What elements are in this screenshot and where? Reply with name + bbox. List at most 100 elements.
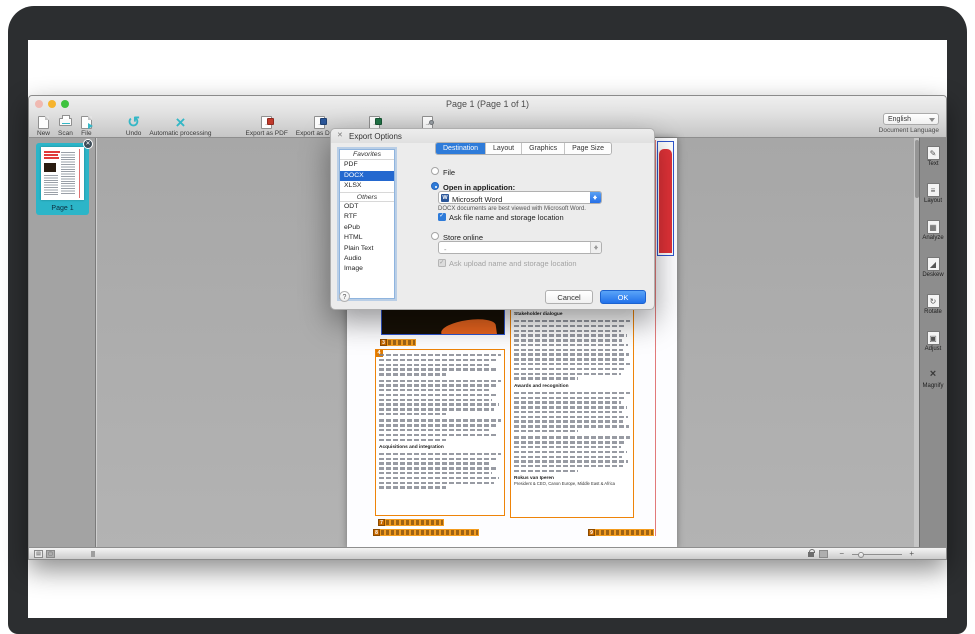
text-icon: ✎ bbox=[927, 146, 940, 160]
file-open-icon bbox=[81, 114, 92, 130]
doc-heading: Acquisitions and integration bbox=[379, 445, 501, 451]
format-item-audio[interactable]: Audio bbox=[340, 254, 394, 264]
thumbnail-preview bbox=[41, 147, 84, 200]
format-list: Favorites PDF DOCX XLSX Others ODT RTF e… bbox=[339, 149, 395, 299]
application-dropdown[interactable]: W Microsoft Word bbox=[438, 191, 602, 204]
doc-heading: Awards and recognition bbox=[514, 384, 630, 390]
doc-heading: Stakeholder dialogue bbox=[514, 312, 630, 318]
zoom-slider[interactable] bbox=[852, 554, 902, 555]
tool-rotate[interactable]: ↻ Rotate bbox=[920, 286, 946, 323]
format-item-rtf[interactable]: RTF bbox=[340, 212, 394, 222]
status-bar: ▤ ▢ − + bbox=[29, 547, 946, 559]
ask-file-label: Ask file name and storage location bbox=[449, 213, 564, 222]
favorites-header: Favorites bbox=[340, 150, 394, 160]
text-zone-right[interactable]: Stakeholder dialogue Awards and recognit… bbox=[510, 306, 634, 518]
tool-adjust[interactable]: ▣ Adjust bbox=[920, 323, 946, 360]
tools-panel: ✎ Text ≡ Layout ▦ Analyze ◢ Deskew bbox=[919, 138, 946, 549]
document-language-select[interactable]: English bbox=[883, 113, 939, 125]
help-button[interactable]: ? bbox=[339, 291, 350, 302]
document-language-label: Document Language bbox=[879, 127, 939, 134]
zone-tag-7[interactable]: 7 bbox=[378, 519, 444, 526]
zoom-in-button[interactable]: + bbox=[909, 548, 914, 560]
dialog-tabs: Destination Layout Graphics Page Size bbox=[435, 142, 612, 155]
word-app-icon: W bbox=[441, 194, 449, 202]
tool-analyze[interactable]: ▦ Analyze bbox=[920, 212, 946, 249]
format-item-pdf[interactable]: PDF bbox=[340, 160, 394, 170]
zone-tag-9[interactable]: 9 bbox=[588, 529, 654, 536]
tool-layout[interactable]: ≡ Layout bbox=[920, 175, 946, 212]
store-online-radio[interactable] bbox=[431, 232, 439, 240]
tool-text[interactable]: ✎ Text bbox=[920, 138, 946, 175]
dialog-close-icon[interactable]: ✕ bbox=[337, 132, 343, 140]
export-pdf-icon: → bbox=[261, 114, 272, 130]
paragraph bbox=[379, 380, 501, 416]
magnify-icon: × bbox=[927, 368, 940, 382]
paragraph bbox=[514, 392, 630, 433]
zoom-slider-thumb[interactable] bbox=[858, 552, 864, 558]
format-item-xlsx[interactable]: XLSX bbox=[340, 181, 394, 191]
export-pdf-button[interactable]: → Export as PDF bbox=[242, 112, 292, 138]
signature-title: President & CEO, Canon Europe, Middle Ea… bbox=[514, 481, 630, 486]
file-radio[interactable] bbox=[431, 167, 439, 175]
file-button[interactable]: File bbox=[77, 112, 96, 138]
tab-graphics[interactable]: Graphics bbox=[522, 143, 565, 154]
screen: Page 1 (Page 1 of 1) New bbox=[28, 40, 947, 618]
export-docx-icon: → bbox=[314, 114, 325, 130]
automatic-processing-button[interactable]: × Automatic processing bbox=[145, 112, 215, 138]
paragraph bbox=[514, 436, 630, 472]
ask-file-checkbox[interactable]: ✓ bbox=[438, 213, 446, 221]
tool-deskew[interactable]: ◢ Deskew bbox=[920, 249, 946, 286]
automatic-processing-icon: × bbox=[175, 114, 185, 130]
file-radio-label: File bbox=[443, 168, 455, 177]
analyze-icon: ▦ bbox=[927, 220, 940, 234]
text-zone-left[interactable]: 4 Acquisitions and integration bbox=[375, 349, 505, 516]
format-item-html[interactable]: HTML bbox=[340, 233, 394, 243]
adjust-icon: ▣ bbox=[927, 331, 940, 345]
format-item-odt[interactable]: ODT bbox=[340, 202, 394, 212]
store-online-dropdown[interactable]: - bbox=[438, 241, 602, 254]
thumbnail-label: Page 1 bbox=[36, 205, 89, 212]
image-zone-right[interactable] bbox=[657, 141, 674, 256]
tool-magnify[interactable]: × Magnify bbox=[920, 360, 946, 397]
ask-upload-checkbox: ✓ bbox=[438, 259, 446, 267]
rotate-icon: ↻ bbox=[927, 294, 940, 308]
format-item-plain-text[interactable]: Plain Text bbox=[340, 244, 394, 254]
dropdown-stepper-icon bbox=[590, 192, 601, 203]
tab-layout[interactable]: Layout bbox=[486, 143, 522, 154]
window-title: Page 1 (Page 1 of 1) bbox=[29, 99, 946, 109]
dialog-title: Export Options bbox=[349, 132, 402, 141]
view-mode-page-button[interactable]: ▢ bbox=[46, 550, 55, 558]
ok-button[interactable]: OK bbox=[600, 290, 646, 304]
others-header: Others bbox=[340, 192, 394, 202]
zone-tag-8[interactable]: 8 bbox=[373, 529, 479, 536]
thumbnail-panel: ✕ Page 1 bbox=[29, 138, 96, 549]
thumbnail-close-icon[interactable]: ✕ bbox=[83, 139, 93, 149]
dropdown-stepper-icon bbox=[590, 242, 601, 253]
deskew-icon: ◢ bbox=[927, 257, 940, 271]
undo-button[interactable]: ↺ Undo bbox=[122, 112, 146, 138]
page-fold-line bbox=[655, 140, 656, 536]
fit-page-button[interactable] bbox=[819, 550, 828, 558]
dialog-title-bar: ✕ Export Options bbox=[331, 129, 654, 143]
format-item-epub[interactable]: ePub bbox=[340, 223, 394, 233]
zoom-out-button[interactable]: − bbox=[839, 548, 844, 560]
title-bar: Page 1 (Page 1 of 1) bbox=[29, 96, 946, 112]
tab-destination[interactable]: Destination bbox=[436, 143, 486, 154]
lock-icon[interactable] bbox=[808, 552, 814, 557]
view-mode-list-button[interactable]: ▤ bbox=[34, 550, 43, 558]
paragraph bbox=[379, 453, 501, 489]
panel-resize-handle[interactable] bbox=[91, 551, 95, 557]
page-thumbnail[interactable]: ✕ Page 1 bbox=[36, 143, 89, 215]
scan-button[interactable]: Scan bbox=[54, 112, 77, 138]
open-in-application-radio[interactable] bbox=[431, 182, 439, 190]
ask-upload-label: Ask upload name and storage location bbox=[449, 259, 577, 268]
new-button[interactable]: New bbox=[33, 112, 54, 138]
cancel-button[interactable]: Cancel bbox=[545, 290, 593, 304]
format-item-docx[interactable]: DOCX bbox=[340, 171, 394, 181]
format-item-image[interactable]: Image bbox=[340, 264, 394, 274]
display-bezel: Page 1 (Page 1 of 1) New bbox=[8, 6, 967, 634]
tab-page-size[interactable]: Page Size bbox=[565, 143, 611, 154]
paragraph bbox=[514, 320, 630, 380]
zone-tag-3[interactable]: 3 bbox=[380, 339, 416, 346]
undo-icon: ↺ bbox=[127, 114, 140, 130]
